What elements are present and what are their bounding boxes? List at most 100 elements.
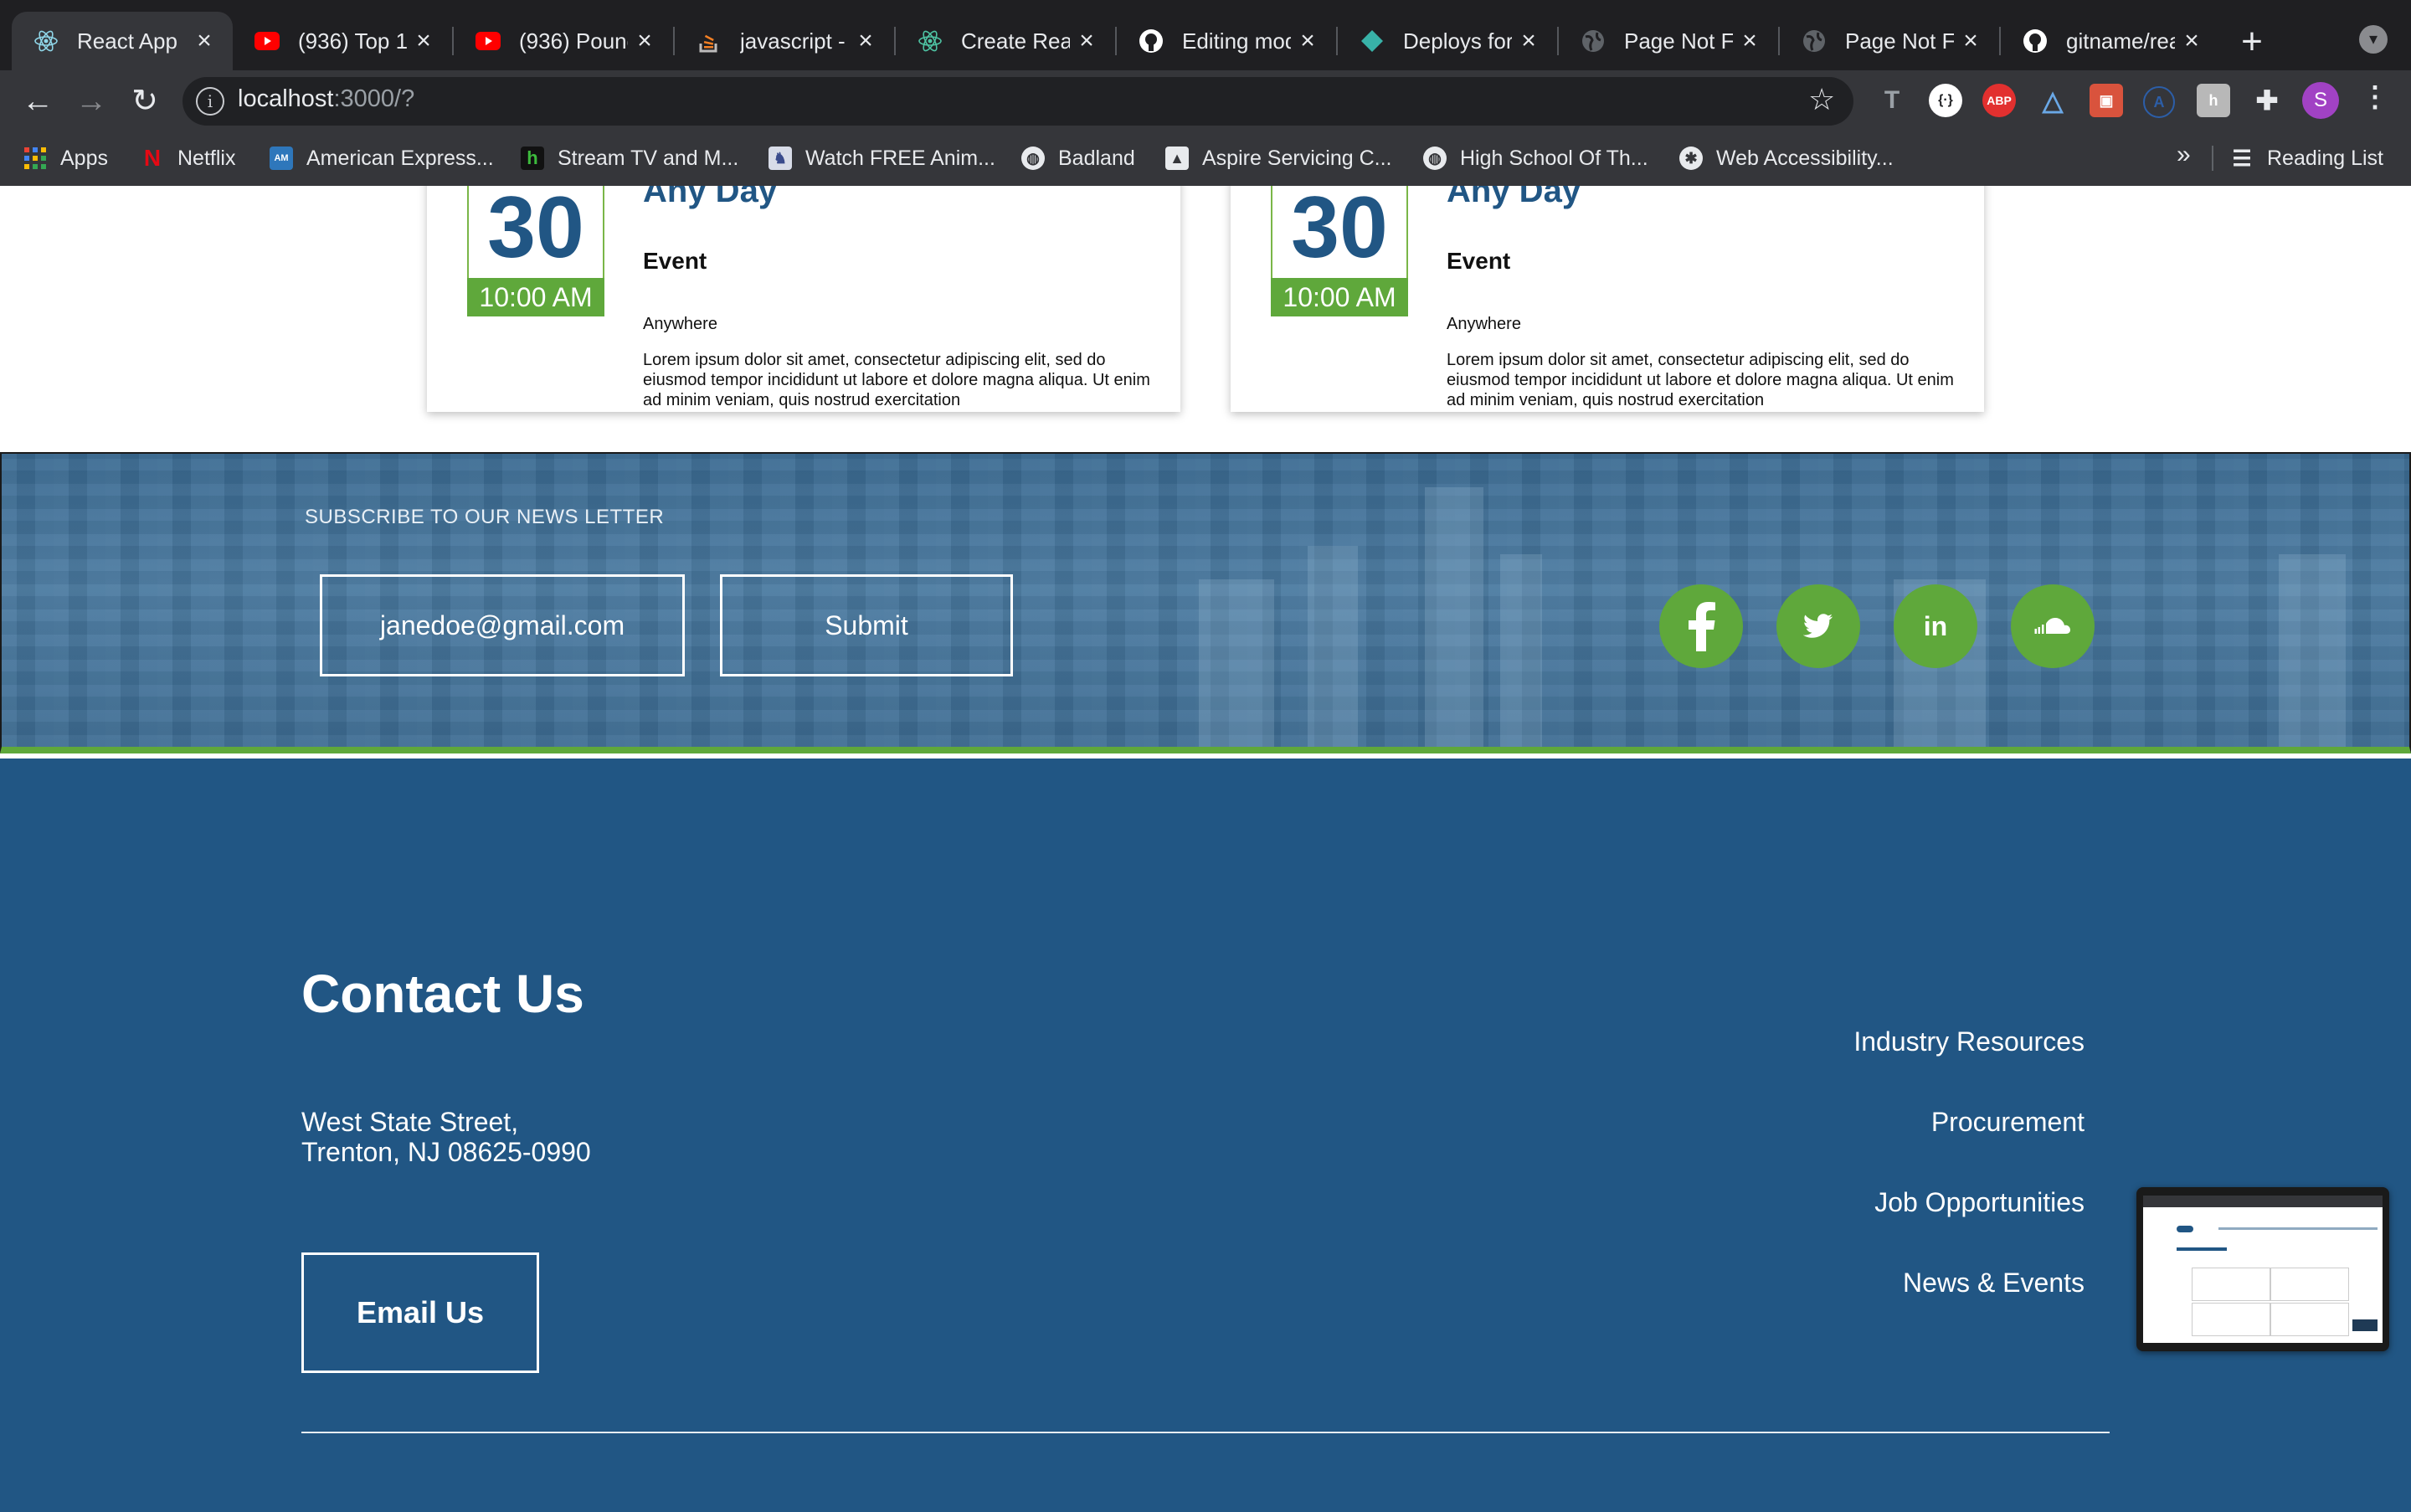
bookmark-star-icon[interactable]: ☆	[1808, 82, 1835, 117]
adblock-icon[interactable]: ABP	[1982, 84, 2016, 117]
bookmark-hulu[interactable]: h Stream TV and M...	[521, 144, 738, 172]
accessibility-extension-icon[interactable]: A	[2143, 86, 2175, 118]
bookmark-label: Web Accessibility...	[1716, 146, 1894, 170]
footer-link-procurement[interactable]: Procurement	[1931, 1107, 2085, 1138]
tab-github-repo[interactable]: gitname/rea ×	[2001, 12, 2220, 70]
event-location: Anywhere	[1447, 315, 1521, 333]
thumbnail-preview	[2143, 1196, 2383, 1343]
footer-link-job-opportunities[interactable]: Job Opportunities	[1874, 1187, 2085, 1218]
bookmarks-separator	[2212, 146, 2213, 171]
close-tab-icon[interactable]: ×	[1733, 27, 1766, 55]
city-building	[1308, 546, 1358, 747]
bookmark-web-accessibility[interactable]: ✱ Web Accessibility...	[1679, 144, 1894, 172]
json-extension-icon[interactable]: {·}	[1929, 84, 1962, 117]
text-extension-icon[interactable]: T	[1875, 84, 1909, 117]
email-us-button[interactable]: Email Us	[301, 1252, 539, 1373]
triangle-extension-icon[interactable]: △	[2036, 84, 2069, 117]
contact-heading: Contact Us	[301, 964, 584, 1024]
site-info-icon[interactable]: i	[196, 87, 224, 116]
linkedin-icon[interactable]: in	[1894, 584, 1977, 668]
tab-youtube-1[interactable]: (936) Top 1 ×	[233, 12, 452, 70]
soundcloud-icon[interactable]	[2011, 584, 2095, 668]
address-line: Trenton, NJ 08625-0990	[301, 1137, 591, 1167]
bookmark-high-school[interactable]: ◍ High School Of Th...	[1423, 144, 1648, 172]
tab-page-not-found-2[interactable]: Page Not Fo ×	[1780, 12, 1999, 70]
screenshot-thumbnail[interactable]	[2136, 1187, 2389, 1351]
event-title[interactable]: Any Day	[643, 186, 777, 210]
amex-icon: AM	[270, 147, 293, 170]
event-description: Lorem ipsum dolor sit amet, consectetur …	[1447, 351, 1954, 409]
newsletter-email-input[interactable]: janedoe@gmail.com	[320, 574, 685, 676]
reading-list-button[interactable]: ☰ Reading List	[2230, 144, 2383, 172]
hugo-extension-icon[interactable]: h	[2197, 84, 2230, 117]
profile-avatar[interactable]: S	[2302, 82, 2339, 119]
tab-stackoverflow[interactable]: javascript - ×	[675, 12, 894, 70]
close-tab-icon[interactable]: ×	[1291, 27, 1324, 55]
react-icon	[918, 28, 943, 54]
new-tab-button[interactable]: +	[2227, 18, 2277, 65]
hulu-icon: h	[521, 147, 544, 170]
city-building	[2279, 554, 2346, 747]
bookmark-label: Apps	[60, 146, 108, 170]
bookmark-aspire[interactable]: ▲ Aspire Servicing C...	[1165, 144, 1391, 172]
close-tab-icon[interactable]: ×	[628, 27, 661, 55]
close-tab-icon[interactable]: ×	[1512, 27, 1545, 55]
globe-icon	[1581, 28, 1606, 54]
city-building	[1500, 554, 1542, 747]
event-date-box: 30 10:00 AM	[1271, 186, 1408, 316]
close-tab-icon[interactable]: ×	[1070, 27, 1103, 55]
back-icon[interactable]: ←	[17, 80, 59, 122]
tab-netlify[interactable]: Deploys for ×	[1338, 12, 1557, 70]
newsletter-submit-button[interactable]: Submit	[720, 574, 1013, 676]
forward-icon[interactable]: →	[70, 80, 112, 122]
tab-title: Deploys for	[1403, 28, 1512, 54]
bookmark-badland[interactable]: ◍ Badland	[1021, 144, 1135, 172]
tab-page-not-found-1[interactable]: Page Not Fo ×	[1559, 12, 1778, 70]
tab-react-app[interactable]: React App ×	[12, 12, 233, 70]
close-tab-icon[interactable]: ×	[1954, 27, 1987, 55]
twitter-icon[interactable]	[1776, 584, 1860, 668]
city-building	[1199, 579, 1274, 747]
image-extension-icon[interactable]: ▣	[2090, 84, 2123, 117]
puzzle-icon[interactable]: ✚	[2250, 84, 2284, 117]
event-title[interactable]: Any Day	[1447, 186, 1581, 210]
close-tab-icon[interactable]: ×	[188, 27, 221, 55]
address-line: West State Street,	[301, 1107, 519, 1137]
close-tab-icon[interactable]: ×	[2175, 27, 2208, 55]
stackoverflow-icon	[697, 28, 722, 54]
github-icon	[2023, 28, 2048, 54]
tab-search-icon[interactable]: ▾	[2359, 25, 2388, 54]
react-icon	[33, 28, 59, 54]
tab-title: (936) Top 1	[298, 28, 407, 54]
event-description: Lorem ipsum dolor sit amet, consectetur …	[643, 351, 1150, 409]
footer-divider	[301, 1432, 2110, 1433]
address-bar-url[interactable]: localhost:3000/?	[238, 85, 414, 113]
close-tab-icon[interactable]: ×	[407, 27, 440, 55]
address-bar[interactable]	[182, 77, 1853, 126]
tab-title: javascript -	[740, 28, 846, 54]
tab-github-editing[interactable]: Editing mod ×	[1117, 12, 1336, 70]
aspire-icon: ▲	[1165, 147, 1189, 170]
bookmark-anime[interactable]: ♞ Watch FREE Anim...	[769, 144, 995, 172]
event-type: Event	[643, 248, 707, 274]
globe-icon	[1802, 28, 1827, 54]
reload-icon[interactable]: ↻	[124, 80, 166, 122]
more-bookmarks-icon[interactable]: »	[2177, 141, 2191, 169]
event-card[interactable]: 30 10:00 AM Any Day Event Anywhere Lorem…	[427, 186, 1180, 412]
footer-link-news-events[interactable]: News & Events	[1903, 1268, 2085, 1299]
bookmark-label: Aspire Servicing C...	[1202, 146, 1392, 170]
bookmark-apps[interactable]: Apps	[23, 144, 108, 172]
bookmark-amex[interactable]: AM American Express...	[270, 144, 494, 172]
more-menu-icon[interactable]: ⋮	[2361, 80, 2389, 114]
event-card[interactable]: 30 10:00 AM Any Day Event Anywhere Lorem…	[1231, 186, 1984, 412]
tab-create-react[interactable]: Create React ×	[896, 12, 1115, 70]
tab-youtube-2[interactable]: (936) Pound ×	[454, 12, 673, 70]
youtube-icon	[476, 28, 501, 54]
footer-link-industry-resources[interactable]: Industry Resources	[1853, 1026, 2085, 1057]
bookmark-netflix[interactable]: N Netflix	[141, 144, 236, 172]
globe-icon: ◍	[1021, 147, 1045, 170]
reading-list-icon: ☰	[2232, 145, 2252, 171]
close-tab-icon[interactable]: ×	[849, 27, 882, 55]
facebook-icon[interactable]	[1659, 584, 1743, 668]
apps-grid-icon	[23, 147, 47, 170]
